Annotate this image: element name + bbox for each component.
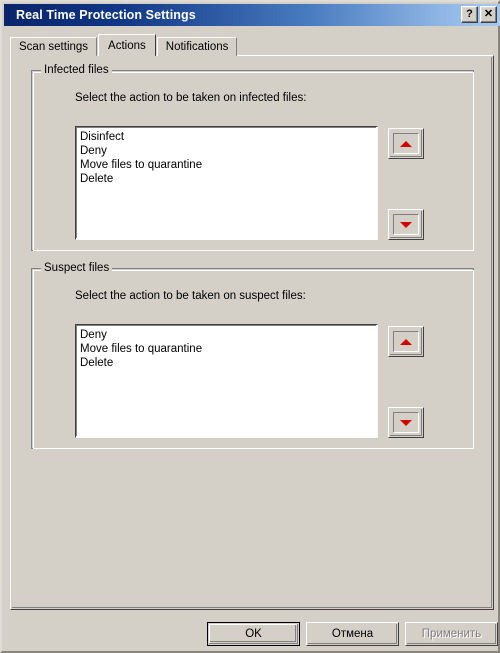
infected-files-listbox[interactable]: Disinfect Deny Move files to quarantine … — [75, 126, 378, 240]
infected-move-down-inset — [393, 214, 419, 235]
list-item[interactable]: Delete — [80, 172, 377, 186]
list-item[interactable]: Deny — [80, 144, 377, 158]
infected-move-down-button[interactable] — [388, 209, 424, 240]
title-bar[interactable]: Real Time Protection Settings ? ✕ — [4, 4, 500, 26]
infected-files-caption: Select the action to be taken on infecte… — [75, 92, 307, 104]
suspect-move-up-button[interactable] — [388, 326, 424, 357]
tab-notifications[interactable]: Notifications — [156, 37, 238, 56]
cancel-button[interactable]: Отмена — [306, 622, 399, 646]
list-item[interactable]: Move files to quarantine — [80, 158, 377, 172]
dialog-window: Real Time Protection Settings ? ✕ Scan s… — [0, 0, 500, 653]
list-item[interactable]: Disinfect — [80, 130, 377, 144]
tab-actions[interactable]: Actions — [98, 34, 156, 56]
suspect-move-down-button[interactable] — [388, 407, 424, 438]
list-item[interactable]: Delete — [80, 356, 377, 370]
triangle-up-icon — [400, 338, 412, 345]
tab-scan-settings-label: Scan settings — [19, 41, 89, 53]
cancel-button-label: Отмена — [331, 628, 374, 640]
apply-button-label: Применить — [421, 628, 482, 640]
window-title: Real Time Protection Settings — [16, 8, 196, 22]
infected-move-up-button[interactable] — [388, 128, 424, 159]
list-item[interactable]: Deny — [80, 328, 377, 342]
infected-files-list: Disinfect Deny Move files to quarantine … — [76, 127, 377, 186]
tab-actions-label: Actions — [108, 39, 146, 52]
group-infected-files-legend: Infected files — [41, 64, 112, 76]
suspect-files-list: Deny Move files to quarantine Delete — [76, 325, 377, 370]
infected-move-up-inset — [393, 133, 419, 154]
ok-button[interactable]: OK — [207, 622, 300, 646]
triangle-down-icon — [400, 221, 412, 228]
dialog-button-bar: OK Отмена Применить — [2, 620, 500, 650]
suspect-move-up-inset — [393, 331, 419, 352]
ok-button-label: OK — [245, 628, 262, 640]
help-icon[interactable]: ? — [461, 6, 478, 23]
triangle-down-icon — [400, 419, 412, 426]
apply-button: Применить — [405, 622, 498, 646]
titlebar-button-group: ? ✕ — [461, 6, 497, 23]
tab-panel-actions: Infected files Select the action to be t… — [10, 55, 494, 610]
group-suspect-files-legend: Suspect files — [41, 262, 113, 274]
suspect-files-caption: Select the action to be taken on suspect… — [75, 290, 306, 302]
close-icon[interactable]: ✕ — [480, 6, 497, 23]
list-item[interactable]: Move files to quarantine — [80, 342, 377, 356]
triangle-up-icon — [400, 140, 412, 147]
tab-strip: Scan settings Actions Notifications — [10, 34, 494, 56]
suspect-move-down-inset — [393, 412, 419, 433]
suspect-files-listbox[interactable]: Deny Move files to quarantine Delete — [75, 324, 378, 438]
tab-scan-settings[interactable]: Scan settings — [10, 37, 98, 56]
tab-notifications-label: Notifications — [165, 41, 229, 53]
